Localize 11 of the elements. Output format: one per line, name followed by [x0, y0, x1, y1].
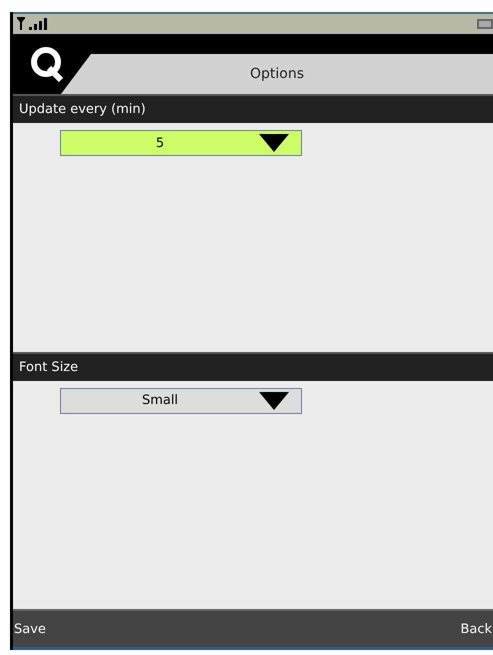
save-softkey[interactable]: Save — [13, 622, 47, 636]
logo-icon — [29, 46, 65, 82]
signal-icon — [16, 17, 50, 31]
dropdown-arrow-icon — [259, 390, 289, 410]
section-header: Update every (min) — [13, 94, 493, 123]
dropdown-arrow-icon — [259, 133, 289, 153]
dropdown[interactable]: 5 — [60, 130, 302, 156]
back-softkey[interactable]: Back — [459, 622, 493, 636]
battery-icon — [477, 18, 493, 30]
section-header: Font Size — [13, 352, 493, 380]
dropdown[interactable]: Small — [60, 388, 302, 414]
